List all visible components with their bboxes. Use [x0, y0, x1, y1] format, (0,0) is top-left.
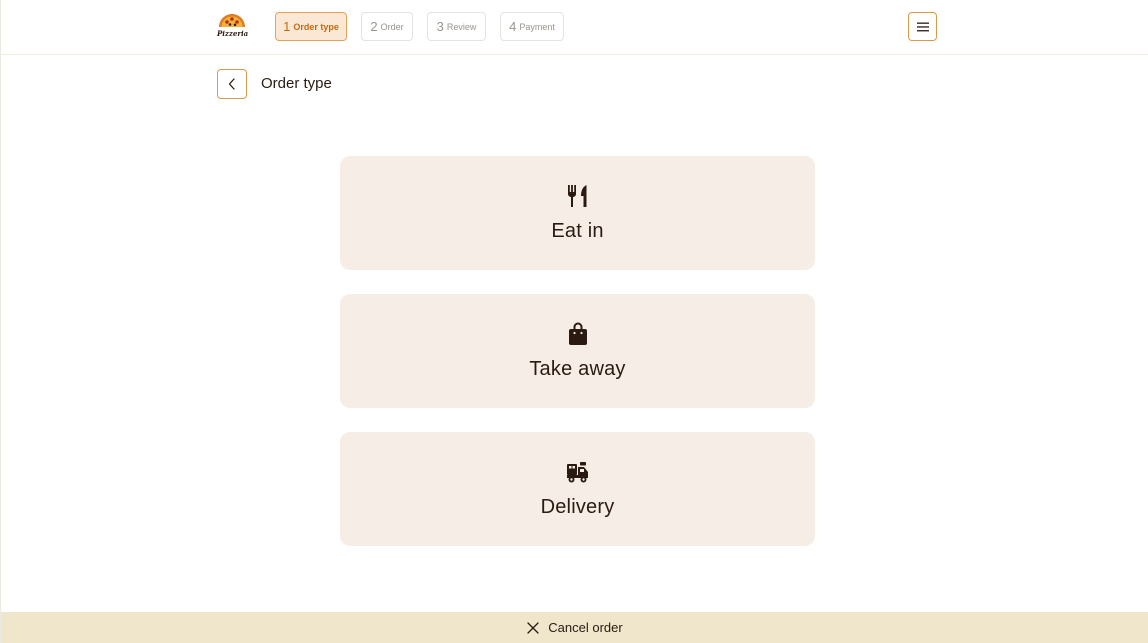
step-order-type[interactable]: 1 Order type: [275, 12, 347, 41]
step-label: Review: [446, 21, 477, 32]
menu-button[interactable]: [908, 12, 937, 41]
back-button[interactable]: [217, 69, 247, 99]
step-order[interactable]: 2 Order: [361, 12, 413, 41]
step-payment[interactable]: 4 Payment: [500, 12, 564, 41]
page-title: Order type: [261, 75, 332, 92]
option-label: Eat in: [551, 219, 604, 242]
step-label: Order type: [293, 21, 339, 32]
step-number: 1: [283, 19, 291, 34]
app-frame: Pizzeria 1 Order type 2 Order 3 Review 4…: [0, 0, 1148, 643]
cancel-order-button[interactable]: Cancel order: [527, 620, 623, 635]
step-label: Order: [380, 21, 404, 32]
delivery-truck-icon: [566, 460, 590, 484]
cancel-order-label: Cancel order: [548, 620, 623, 635]
option-label: Take away: [529, 357, 626, 380]
step-number: 4: [509, 19, 517, 34]
pizza-icon: [219, 14, 245, 27]
top-bar: Pizzeria 1 Order type 2 Order 3 Review 4…: [1, 0, 1148, 55]
shopping-bag-icon: [568, 322, 588, 346]
close-icon: [527, 621, 539, 634]
step-number: 2: [370, 19, 378, 34]
footer-bar: Cancel order: [1, 612, 1148, 643]
step-number: 3: [436, 19, 444, 34]
step-review[interactable]: 3 Review: [427, 12, 486, 41]
option-eat-in[interactable]: Eat in: [340, 156, 815, 270]
option-delivery[interactable]: Delivery: [340, 432, 815, 546]
logo-text: Pizzeria: [217, 29, 249, 38]
hamburger-menu-icon: [916, 22, 929, 31]
step-label: Payment: [519, 21, 555, 32]
chevron-left-icon: [228, 78, 235, 90]
utensils-icon: [567, 184, 589, 208]
pizzeria-logo[interactable]: Pizzeria: [217, 12, 249, 40]
option-take-away[interactable]: Take away: [340, 294, 815, 408]
option-label: Delivery: [540, 495, 615, 518]
